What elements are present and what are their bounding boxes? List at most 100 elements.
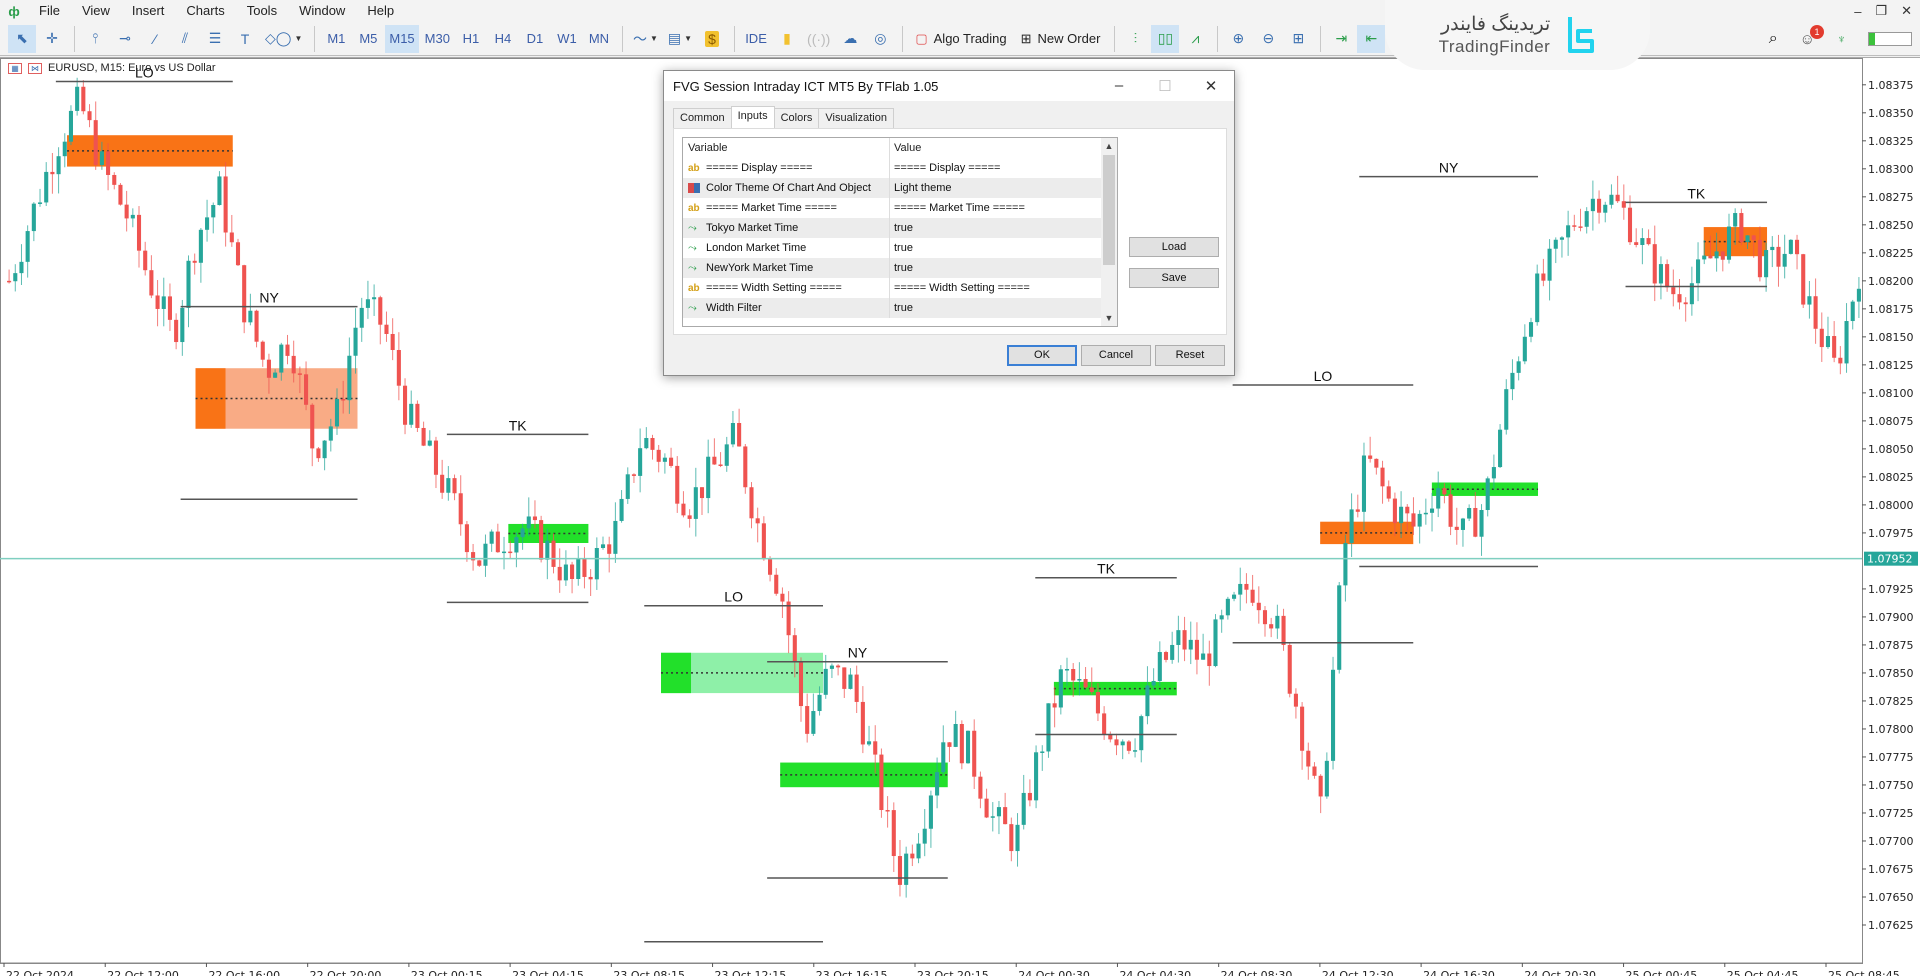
tab-common[interactable]: Common — [673, 108, 732, 128]
timeframe-m1[interactable]: M1 — [321, 25, 351, 53]
dialog-minimize-icon[interactable]: – — [1096, 77, 1142, 95]
autoscroll-button[interactable]: ⇥ — [1327, 25, 1355, 53]
table-row[interactable]: ⤳ Tokyo Market Time true — [683, 218, 1101, 238]
bullish-candle — [1522, 336, 1527, 362]
bullish-candle — [1479, 510, 1484, 537]
bar-chart-button[interactable]: ⫶ — [1121, 25, 1149, 53]
zoom-in-button[interactable]: ⊕ — [1224, 25, 1252, 53]
bearish-candle — [384, 324, 389, 334]
bearish-candle — [947, 742, 952, 747]
channel-tool[interactable]: ⫽ — [171, 25, 199, 53]
value-cell[interactable]: true — [890, 218, 1101, 238]
y-tick-label: 1.08075 — [1868, 415, 1914, 428]
ok-button[interactable]: OK — [1007, 345, 1077, 366]
timeframe-d1[interactable]: D1 — [520, 25, 550, 53]
bearish-candle — [390, 333, 395, 351]
vps-add-button[interactable]: ◎ — [866, 25, 894, 53]
bearish-candle — [508, 551, 513, 554]
dialog-maximize-icon[interactable]: ☐ — [1142, 77, 1188, 95]
value-cell[interactable]: ===== Display ===== — [890, 158, 1101, 178]
signals-button[interactable]: $ — [698, 25, 726, 53]
dialog-close-icon[interactable]: ✕ — [1188, 77, 1234, 95]
value-cell[interactable]: ===== Market Time ===== — [890, 198, 1101, 218]
table-row[interactable]: ⤳ NewYork Market Time true — [683, 258, 1101, 278]
bullish-candle — [1553, 239, 1558, 249]
value-cell[interactable]: true — [890, 298, 1101, 318]
timeframe-h4[interactable]: H4 — [488, 25, 518, 53]
menu-help[interactable]: Help — [356, 0, 405, 22]
x-tick-label: 25 Oct 08:45 — [1828, 969, 1900, 976]
bearish-candle — [798, 662, 804, 707]
menu-file[interactable]: File — [28, 0, 71, 22]
menu-tools[interactable]: Tools — [236, 0, 288, 22]
table-row[interactable]: ⤳ London Market Time true — [683, 238, 1101, 258]
timeframe-m5[interactable]: M5 — [353, 25, 383, 53]
restore-icon[interactable]: ❐ — [1875, 3, 1887, 19]
table-row[interactable]: Color Theme Of Chart And Object Light the… — [683, 178, 1101, 198]
search-icon[interactable]: ⌕ — [1769, 30, 1778, 48]
timeframe-m15[interactable]: M15 — [385, 24, 419, 53]
horizontal-line-tool[interactable]: ⊸ — [111, 25, 139, 53]
scroll-down-icon[interactable]: ▼ — [1101, 310, 1117, 326]
table-row[interactable]: ab ===== Market Time ===== ===== Market Ti… — [683, 198, 1101, 218]
fibonacci-tool[interactable]: ☰ — [201, 25, 229, 53]
table-row[interactable]: ⤳ Width Filter true — [683, 298, 1101, 318]
minimize-icon[interactable]: – — [1854, 4, 1861, 19]
crosshair-tool[interactable]: ✛ — [38, 25, 66, 53]
cancel-button[interactable]: Cancel — [1081, 345, 1151, 366]
bearish-candle — [1182, 630, 1187, 650]
bullish-candle — [205, 217, 210, 230]
account-button[interactable]: ☺ 1 — [1800, 24, 1824, 48]
bearish-candle — [1269, 624, 1274, 629]
reset-button[interactable]: Reset — [1155, 345, 1225, 366]
timeframe-m30[interactable]: M30 — [421, 25, 454, 53]
column-value[interactable]: Value — [890, 138, 1101, 158]
shapes-tool[interactable]: ◇◯ ▼ — [261, 25, 306, 53]
menu-view[interactable]: View — [71, 0, 121, 22]
tile-windows-button[interactable]: ⊞ — [1284, 25, 1312, 53]
templates-button[interactable]: ▤ ▼ — [664, 25, 696, 53]
candlestick-button[interactable]: ▯▯ — [1151, 24, 1180, 53]
new-order-button[interactable]: ⊞ New Order — [1015, 25, 1107, 53]
timeframe-mn[interactable]: MN — [584, 25, 614, 53]
ide-button[interactable]: IDE — [741, 25, 771, 53]
timeframe-w1[interactable]: W1 — [552, 25, 582, 53]
menu-window[interactable]: Window — [288, 0, 356, 22]
value-cell[interactable]: ===== Width Setting ===== — [890, 278, 1101, 298]
indicators-button[interactable]: 〜 ▼ — [629, 25, 662, 53]
menu-insert[interactable]: Insert — [121, 0, 176, 22]
variable-name: Tokyo Market Time — [706, 222, 799, 234]
scroll-thumb[interactable] — [1103, 155, 1115, 265]
column-variable[interactable]: Variable — [683, 138, 890, 158]
value-cell[interactable]: true — [890, 238, 1101, 258]
vps-button[interactable]: ☁ — [836, 25, 864, 53]
chart-shift-button[interactable]: ⇤ — [1357, 24, 1386, 53]
toolbar-divider — [1114, 25, 1116, 52]
bullish-candle — [594, 548, 599, 580]
close-icon[interactable]: ✕ — [1901, 3, 1912, 19]
tab-visualization[interactable]: Visualization — [818, 108, 894, 128]
algo-trading-button[interactable]: ▢ Algo Trading — [909, 25, 1012, 53]
value-cell[interactable]: true — [890, 258, 1101, 278]
scroll-up-icon[interactable]: ▲ — [1101, 138, 1117, 154]
radio-button[interactable]: ((·)) — [803, 25, 834, 53]
table-row[interactable]: ab ===== Display ===== ===== Display ===== — [683, 158, 1101, 178]
value-cell[interactable]: Light theme — [890, 178, 1101, 198]
market-button[interactable]: ▮ — [773, 25, 801, 53]
menu-charts[interactable]: Charts — [175, 0, 235, 22]
table-row[interactable]: ab ===== Width Setting ===== ===== Width S… — [683, 278, 1101, 298]
text-tool[interactable]: T — [231, 25, 259, 53]
dialog-titlebar[interactable]: FVG Session Intraday ICT MT5 By TFlab 1.… — [664, 71, 1234, 101]
vertical-line-tool[interactable]: ⫯ — [81, 25, 109, 53]
tab-colors[interactable]: Colors — [773, 108, 820, 128]
table-scrollbar[interactable]: ▲ ▼ — [1101, 138, 1117, 326]
bearish-candle — [7, 280, 12, 283]
timeframe-h1[interactable]: H1 — [456, 25, 486, 53]
save-button[interactable]: Save — [1129, 268, 1219, 288]
line-button[interactable]: ⩘ — [1181, 25, 1209, 53]
load-button[interactable]: Load — [1129, 237, 1219, 257]
tab-inputs[interactable]: Inputs — [730, 106, 775, 128]
zoom-out-button[interactable]: ⊖ — [1254, 25, 1282, 53]
cursor-tool[interactable]: ⬉ — [8, 24, 36, 53]
trendline-tool[interactable]: ⁄ — [141, 25, 169, 53]
